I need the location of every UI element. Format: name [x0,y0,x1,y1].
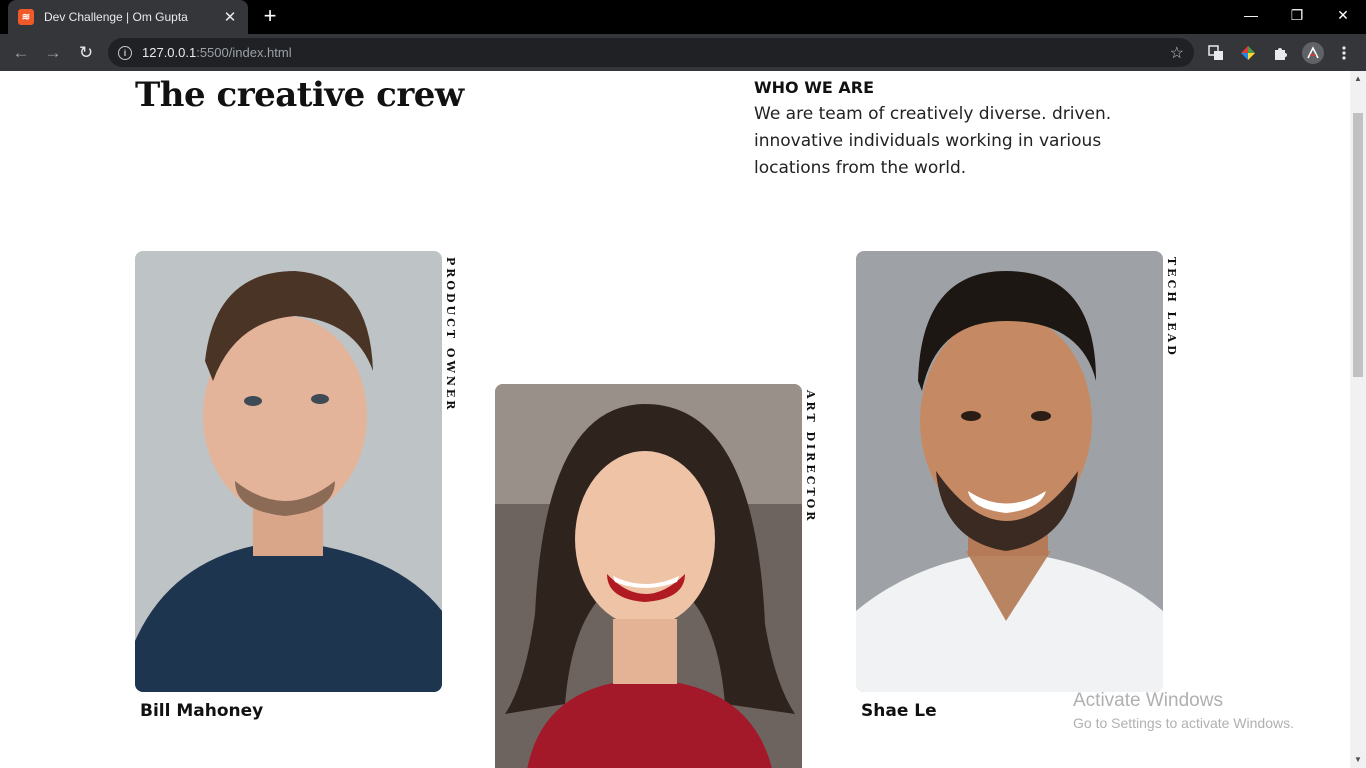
browser-tab-strip: ≋ Dev Challenge | Om Gupta ✕ + — ❐ ✕ [0,0,1366,34]
activate-windows-title: Activate Windows [1073,690,1223,711]
puzzle-extensions-icon[interactable] [1270,43,1290,63]
forward-button[interactable]: → [40,40,66,66]
page-title: The creative crew [135,75,464,115]
menu-dots-icon[interactable] [1334,43,1354,63]
browser-toolbar: ← → ↻ i 127.0.0.1:5500/index.html ☆ [0,34,1366,71]
site-info-icon[interactable]: i [118,45,132,60]
tab-close-button[interactable]: ✕ [222,8,238,26]
minimize-button[interactable]: — [1228,0,1274,30]
url-path: :5500/index.html [196,45,292,60]
color-picker-extension-icon[interactable] [1238,43,1258,63]
member-photo [856,251,1163,692]
restore-button[interactable]: ❐ [1274,0,1320,30]
page-scrollbar[interactable]: ▲ ▼ [1350,71,1366,768]
activate-windows-subtitle: Go to Settings to activate Windows. [1073,715,1294,731]
who-we-are-text: We are team of creatively diverse. drive… [754,104,1112,178]
member-photo [135,251,442,692]
bookmark-star-icon[interactable]: ☆ [1170,43,1184,63]
url-host: 127.0.0.1 [142,45,197,60]
site-favicon-icon: ≋ [18,9,34,25]
member-role: PRODUCT OWNER [444,257,457,413]
browser-tab[interactable]: ≋ Dev Challenge | Om Gupta ✕ [8,0,248,34]
url-text[interactable]: 127.0.0.1:5500/index.html [142,45,1170,60]
who-we-are-heading: WHO WE ARE [754,78,874,97]
scroll-down-arrow-icon[interactable]: ▼ [1350,752,1366,768]
member-photo [495,384,802,768]
scroll-up-arrow-icon[interactable]: ▲ [1350,71,1366,87]
tab-title: Dev Challenge | Om Gupta [44,10,188,24]
profile-avatar[interactable] [1302,42,1324,64]
scroll-thumb[interactable] [1353,113,1363,377]
web-page: The creative crew WHO WE ARE We are team… [0,71,1350,768]
copy-extension-icon[interactable] [1206,43,1226,63]
member-role: ART DIRECTOR [804,390,817,524]
member-name: Bill Mahoney [140,701,264,721]
back-button[interactable]: ← [8,40,34,66]
member-name: Shae Le [861,701,937,721]
activate-windows-watermark: Activate Windows Go to Settings to activ… [1073,690,1294,731]
address-bar[interactable]: i 127.0.0.1:5500/index.html ☆ [108,38,1194,67]
member-role: TECH LEAD [1165,257,1178,358]
reload-button[interactable]: ↻ [73,40,99,66]
new-tab-button[interactable]: + [258,5,282,29]
close-window-button[interactable]: ✕ [1320,0,1366,30]
